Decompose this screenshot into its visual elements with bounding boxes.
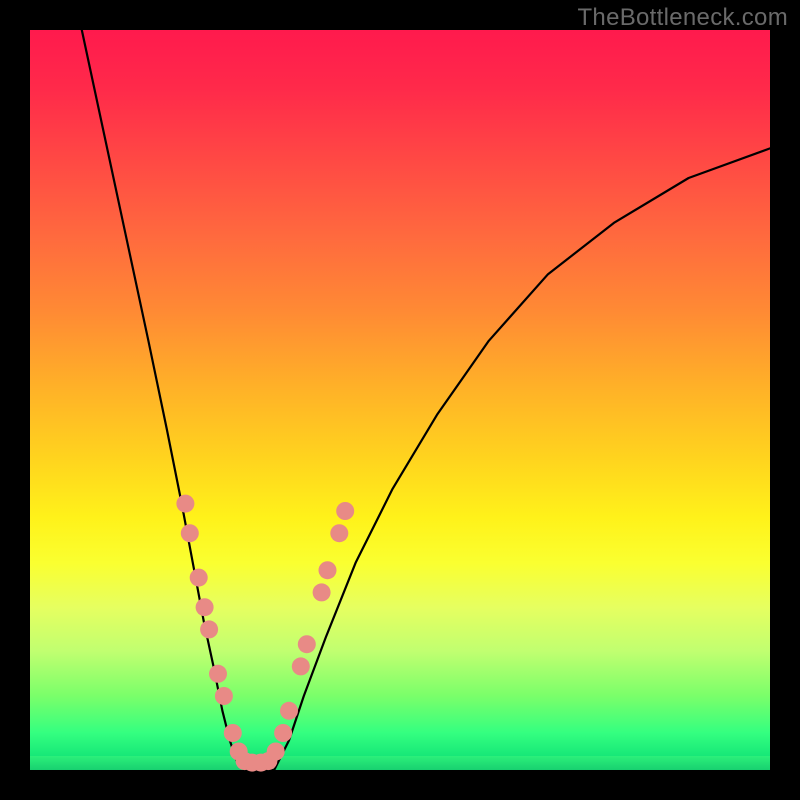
- chart-svg: [30, 30, 770, 770]
- highlight-dot: [298, 635, 316, 653]
- highlight-dot: [330, 524, 348, 542]
- highlight-dot: [292, 657, 310, 675]
- highlight-dot: [224, 724, 242, 742]
- highlight-dot: [209, 665, 227, 683]
- highlight-dot: [267, 743, 285, 761]
- bottleneck-curve: [82, 30, 770, 770]
- highlight-dot: [200, 620, 218, 638]
- chart-frame: TheBottleneck.com: [0, 0, 800, 800]
- highlight-dot: [313, 583, 331, 601]
- plot-area: [30, 30, 770, 770]
- watermark-text: TheBottleneck.com: [577, 4, 788, 32]
- highlight-dot: [196, 598, 214, 616]
- highlight-dot: [280, 702, 298, 720]
- highlight-dot: [319, 561, 337, 579]
- highlight-dot: [215, 687, 233, 705]
- highlight-dot: [176, 495, 194, 513]
- highlight-dot: [336, 502, 354, 520]
- highlight-dot: [274, 724, 292, 742]
- highlight-dot: [190, 569, 208, 587]
- curve-layer: [82, 30, 770, 770]
- highlight-dot: [181, 524, 199, 542]
